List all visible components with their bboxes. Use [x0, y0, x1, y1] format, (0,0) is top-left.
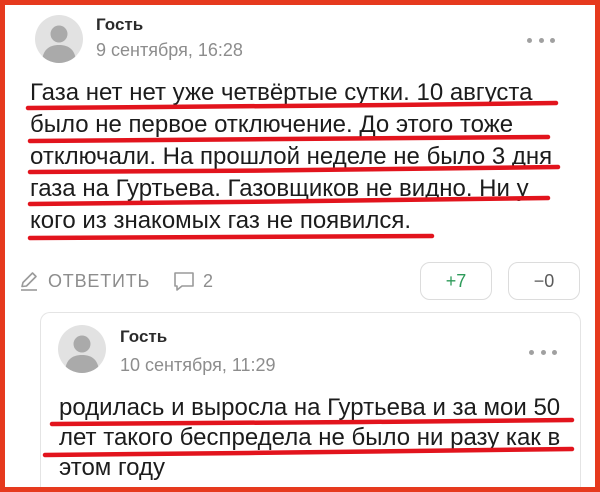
- comment-text-line: Газа нет нет уже четвёртые сутки. 10 авг…: [30, 79, 533, 106]
- reply-comment: Гость 10 сентября, 11:29 родилась и выро…: [40, 312, 581, 488]
- user-avatar-icon: [58, 325, 106, 373]
- reply-text-line: лет такого беспредела не было ни разу ка…: [59, 424, 561, 451]
- comment-bubble-icon: [172, 270, 196, 292]
- reply-button-label: ОТВЕТИТЬ: [48, 271, 151, 291]
- comment-date: 9 сентября, 16:28: [96, 40, 243, 60]
- reply-text-line: родилась и выросла на Гуртьева и за мои …: [59, 394, 561, 421]
- more-dots-icon[interactable]: [529, 347, 557, 357]
- comment-text-line: газа на Гуртьева. Газовщиков не видно. Н…: [30, 175, 529, 202]
- upvote-button[interactable]: +7: [420, 262, 492, 300]
- comment-author: Гость: [96, 15, 144, 34]
- comment-text: Газа нет нет уже четвёртые сутки. 10 авг…: [30, 77, 552, 237]
- reply-text-line: этом году: [59, 454, 166, 481]
- downvote-button[interactable]: −0: [508, 262, 580, 300]
- comment-text-line: кого из знакомых газ не появился.: [30, 207, 411, 234]
- comments-thread: Гость 9 сентября, 16:28 Газа нет нет уже…: [0, 0, 600, 492]
- reply-author: Гость: [120, 327, 168, 346]
- reply-button[interactable]: ОТВЕТИТЬ: [18, 270, 150, 292]
- comment-text-line: отключали. На прошлой неделе не было 3 д…: [30, 143, 553, 170]
- reply-text: родилась и выросла на Гуртьева и за мои …: [59, 393, 560, 483]
- replies-count: 2: [203, 271, 214, 291]
- replies-count-button[interactable]: 2: [172, 270, 213, 292]
- user-avatar-icon: [35, 15, 83, 63]
- pencil-icon: [18, 270, 40, 292]
- reply-date: 10 сентября, 11:29: [120, 355, 276, 375]
- comment-text-line: было не первое отключение. До этого тоже: [30, 111, 514, 138]
- more-dots-icon[interactable]: [527, 35, 555, 45]
- comment: Гость 9 сентября, 16:28 Газа нет нет уже…: [0, 0, 600, 305]
